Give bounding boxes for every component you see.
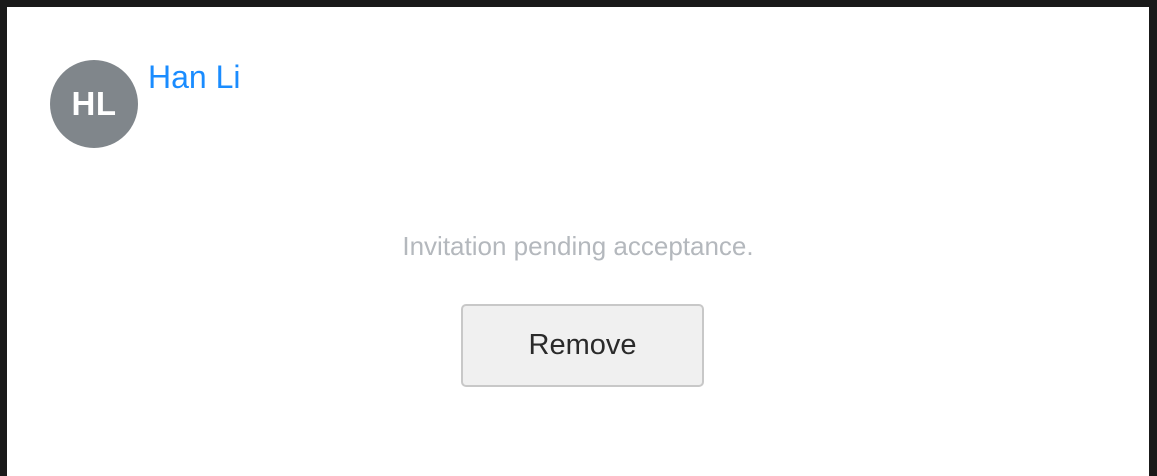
member-card: HL Han Li Invitation pending acceptance.…	[0, 0, 1157, 476]
avatar-initials: HL	[71, 85, 117, 122]
avatar: HL	[50, 60, 138, 148]
remove-button[interactable]: Remove	[461, 304, 704, 387]
invitation-status-text: Invitation pending acceptance.	[402, 231, 754, 261]
user-name-link[interactable]: Han Li	[148, 57, 241, 97]
